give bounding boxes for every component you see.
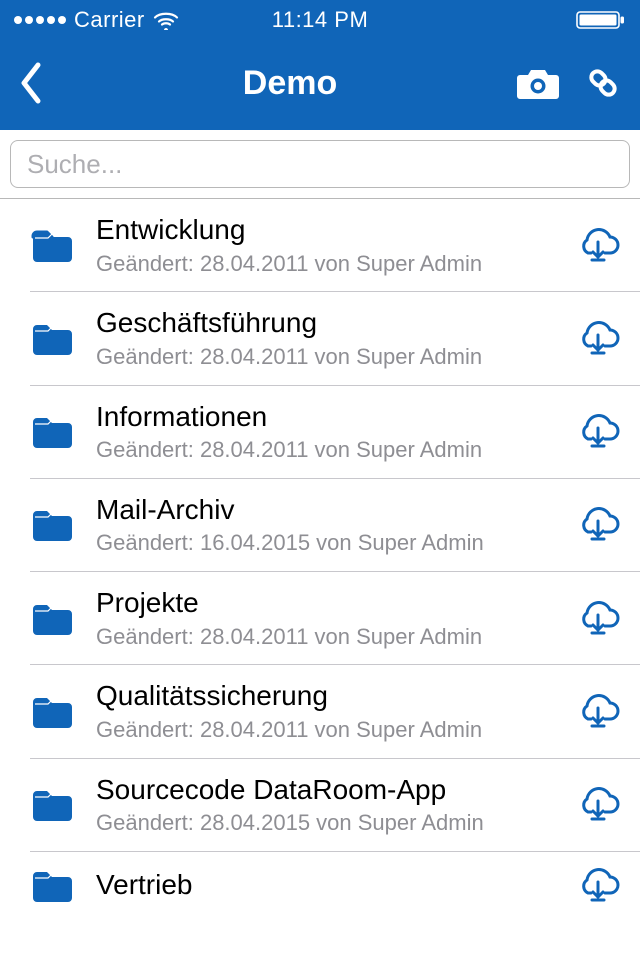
list-item-text: Entwicklung Geändert: 28.04.2011 von Sup… <box>76 213 570 278</box>
signal-dots-icon <box>14 16 66 24</box>
page-title: Demo <box>78 64 502 103</box>
list-item[interactable]: Projekte Geändert: 28.04.2011 von Super … <box>0 572 640 665</box>
folder-icon <box>30 786 76 824</box>
list-item[interactable]: Sourcecode DataRoom-App Geändert: 28.04.… <box>0 759 640 852</box>
list-item-text: Projekte Geändert: 28.04.2011 von Super … <box>76 586 570 651</box>
cloud-download-icon <box>574 692 622 732</box>
cloud-download-icon <box>574 319 622 359</box>
list-item-title: Vertrieb <box>96 868 570 902</box>
link-button[interactable] <box>584 64 622 102</box>
list-item-subtitle: Geändert: 28.04.2011 von Super Admin <box>96 435 570 465</box>
wifi-icon <box>153 10 179 30</box>
list-item-subtitle: Geändert: 28.04.2011 von Super Admin <box>96 715 570 745</box>
list-item-title: Qualitätssicherung <box>96 679 570 713</box>
list-item-subtitle: Geändert: 28.04.2011 von Super Admin <box>96 342 570 372</box>
list-item-title: Sourcecode DataRoom-App <box>96 773 570 807</box>
list-item[interactable]: Entwicklung Geändert: 28.04.2011 von Sup… <box>0 199 640 292</box>
cloud-download-button[interactable] <box>570 866 622 906</box>
list-item[interactable]: Mail-Archiv Geändert: 16.04.2015 von Sup… <box>0 479 640 572</box>
list-item[interactable]: Vertrieb <box>0 852 640 906</box>
cloud-download-icon <box>574 785 622 825</box>
list-item-title: Geschäftsführung <box>96 306 570 340</box>
list-item[interactable]: Informationen Geändert: 28.04.2011 von S… <box>0 386 640 479</box>
list-item-text: Geschäftsführung Geändert: 28.04.2011 vo… <box>76 306 570 371</box>
folder-icon <box>30 320 76 358</box>
carrier-label: Carrier <box>74 7 145 33</box>
cloud-download-button[interactable] <box>570 226 622 266</box>
nav-bar: Demo <box>0 40 640 130</box>
list-item-subtitle: Geändert: 28.04.2011 von Super Admin <box>96 622 570 652</box>
folder-icon <box>30 867 76 905</box>
battery-icon <box>576 10 626 30</box>
list-item-subtitle: Geändert: 16.04.2015 von Super Admin <box>96 528 570 558</box>
camera-button[interactable] <box>516 65 560 101</box>
chevron-left-icon <box>18 61 44 105</box>
list-item-text: Sourcecode DataRoom-App Geändert: 28.04.… <box>76 773 570 838</box>
link-icon <box>584 64 622 102</box>
list-item-title: Entwicklung <box>96 213 570 247</box>
cloud-download-button[interactable] <box>570 412 622 452</box>
list-item-text: Qualitätssicherung Geändert: 28.04.2011 … <box>76 679 570 744</box>
cloud-download-icon <box>574 226 622 266</box>
folder-icon <box>30 506 76 544</box>
cloud-download-icon <box>574 412 622 452</box>
cloud-download-button[interactable] <box>570 505 622 545</box>
folder-icon <box>30 227 76 265</box>
list-item-title: Informationen <box>96 400 570 434</box>
list-item-subtitle: Geändert: 28.04.2011 von Super Admin <box>96 249 570 279</box>
list-item[interactable]: Qualitätssicherung Geändert: 28.04.2011 … <box>0 665 640 758</box>
back-button[interactable] <box>18 61 78 105</box>
status-bar: Carrier 11:14 PM <box>0 0 640 40</box>
folder-icon <box>30 413 76 451</box>
list-item-subtitle: Geändert: 28.04.2015 von Super Admin <box>96 808 570 838</box>
folder-list: Entwicklung Geändert: 28.04.2011 von Sup… <box>0 199 640 906</box>
list-item-title: Mail-Archiv <box>96 493 570 527</box>
status-left: Carrier <box>14 7 272 33</box>
folder-icon <box>30 600 76 638</box>
cloud-download-button[interactable] <box>570 599 622 639</box>
cloud-download-icon <box>574 866 622 906</box>
status-time: 11:14 PM <box>272 7 369 33</box>
camera-icon <box>516 65 560 101</box>
list-item-text: Vertrieb <box>76 868 570 904</box>
folder-icon <box>30 693 76 731</box>
list-item[interactable]: Geschäftsführung Geändert: 28.04.2011 vo… <box>0 292 640 385</box>
list-item-title: Projekte <box>96 586 570 620</box>
cloud-download-button[interactable] <box>570 692 622 732</box>
status-right <box>368 10 626 30</box>
nav-actions <box>502 64 622 102</box>
cloud-download-icon <box>574 599 622 639</box>
list-item-text: Mail-Archiv Geändert: 16.04.2015 von Sup… <box>76 493 570 558</box>
cloud-download-button[interactable] <box>570 785 622 825</box>
search-container <box>0 130 640 199</box>
list-item-text: Informationen Geändert: 28.04.2011 von S… <box>76 400 570 465</box>
search-input[interactable] <box>10 140 630 188</box>
cloud-download-icon <box>574 505 622 545</box>
cloud-download-button[interactable] <box>570 319 622 359</box>
